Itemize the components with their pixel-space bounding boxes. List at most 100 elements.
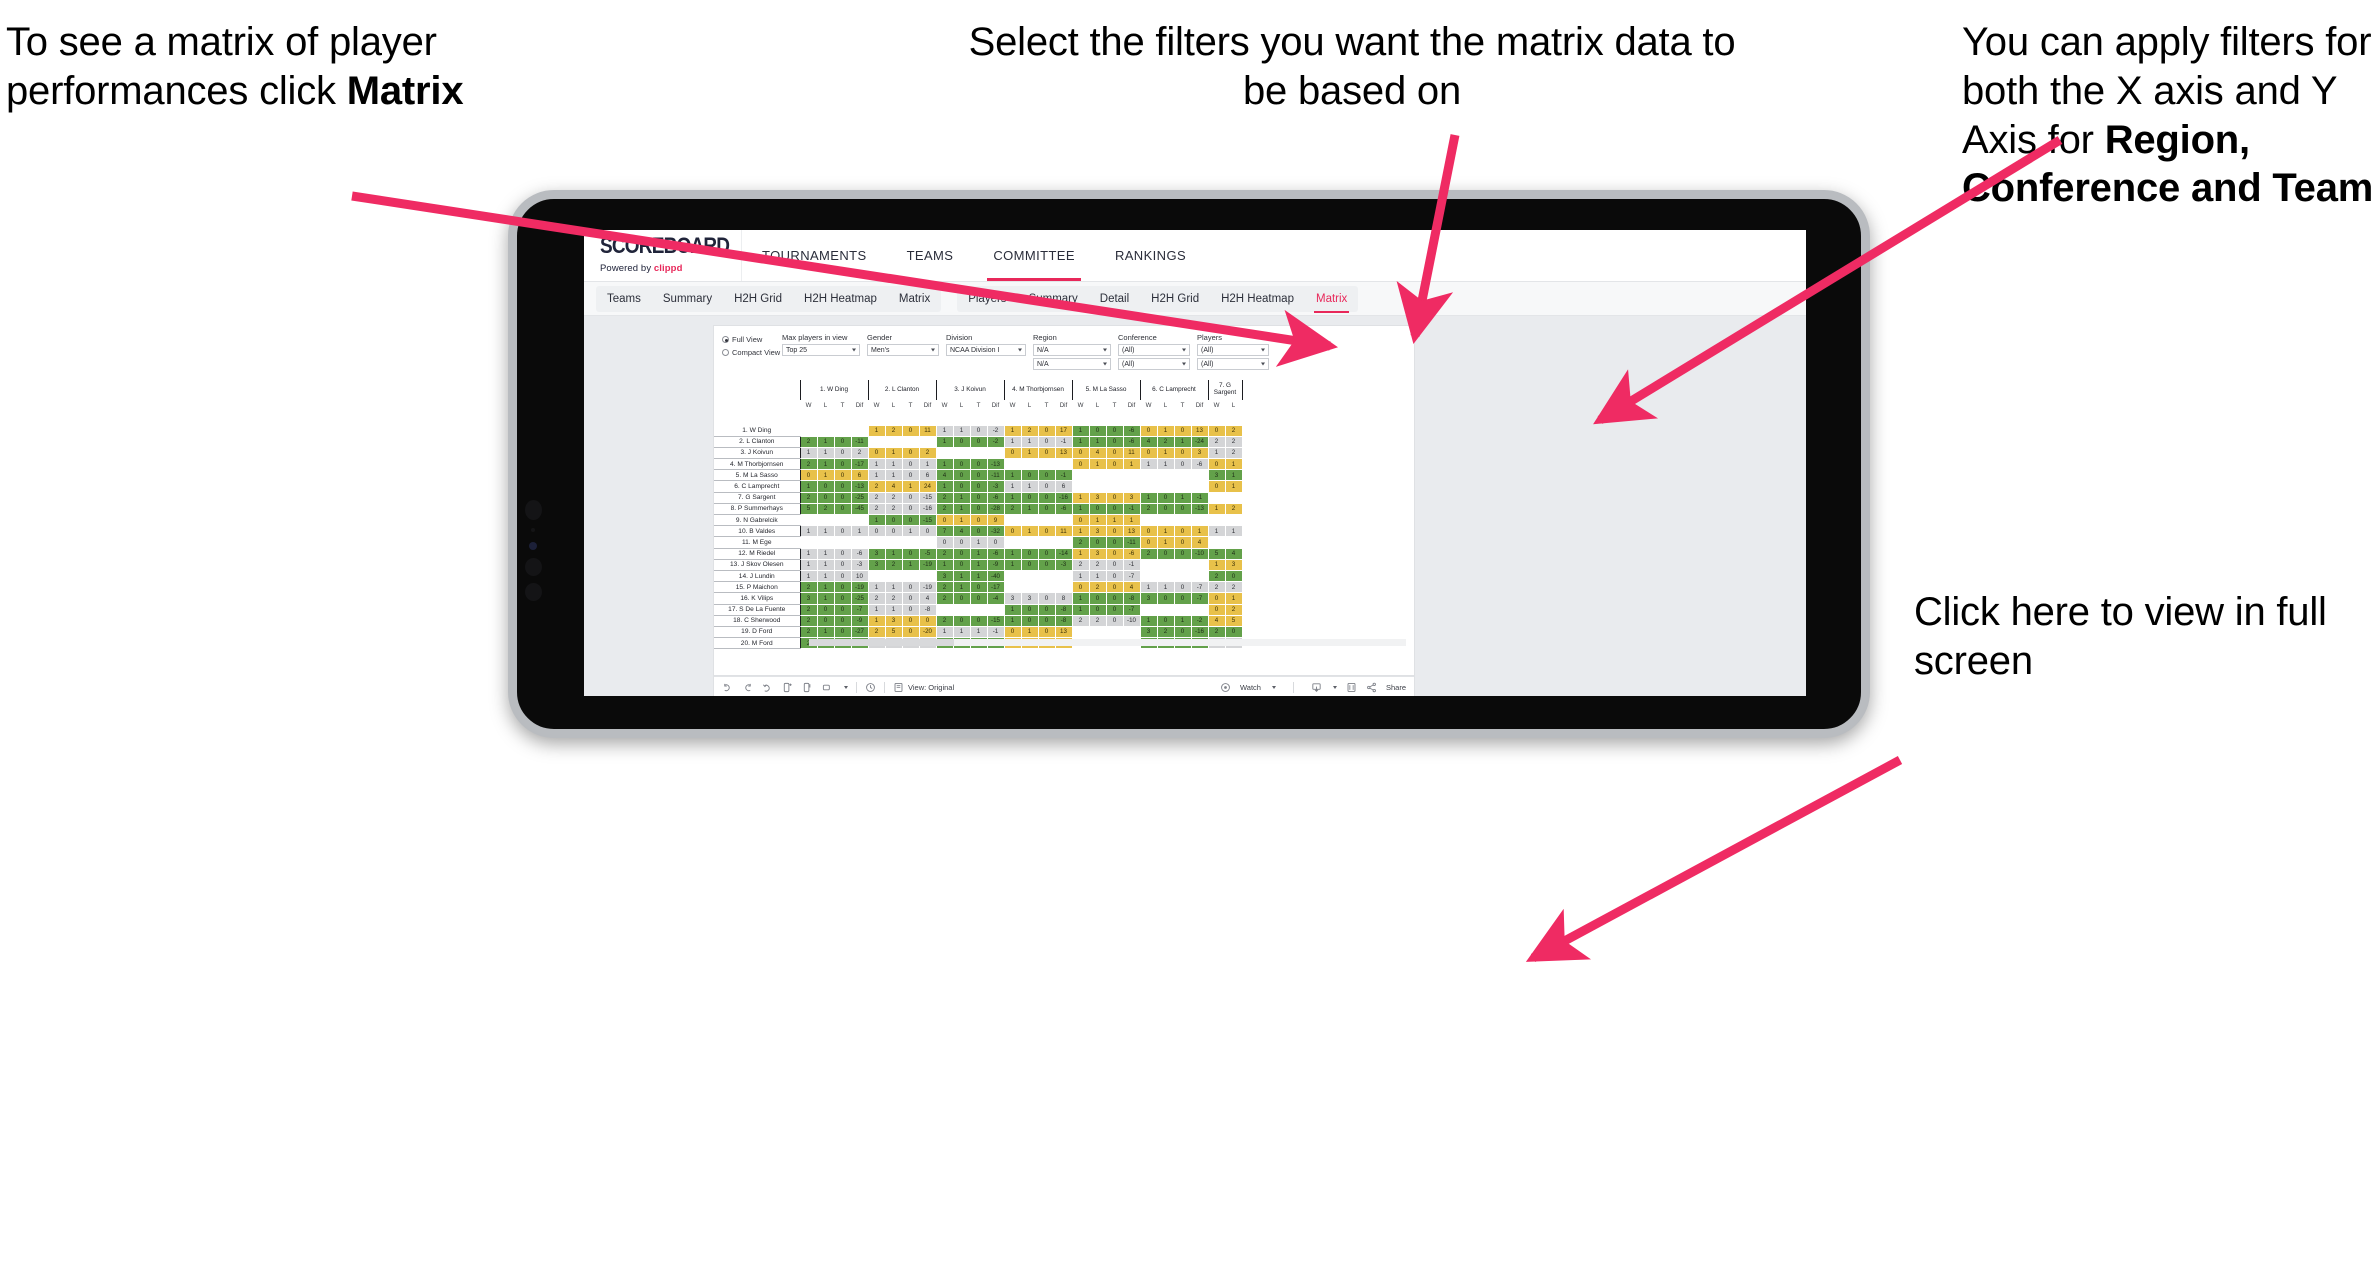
- matrix-cell[interactable]: 0: [1105, 603, 1124, 616]
- matrix-cell[interactable]: -8: [1122, 592, 1141, 605]
- matrix-cell[interactable]: [1190, 513, 1209, 527]
- matrix-cell[interactable]: 1: [867, 424, 886, 437]
- matrix-cell[interactable]: 2: [867, 480, 886, 493]
- matrix-cell[interactable]: 0: [918, 614, 937, 627]
- matrix-cell[interactable]: 6: [1054, 480, 1073, 493]
- matrix-cell[interactable]: 0: [833, 446, 852, 460]
- matrix-cell[interactable]: 0: [901, 513, 920, 527]
- table-row[interactable]: 15. P Maichon 2 1 0 -19 1 1 0 -19 2 1 0 -17 0 2 0 4 1 1 0 -7…: [714, 581, 1251, 594]
- matrix-cell[interactable]: [1122, 469, 1141, 482]
- matrix-cell[interactable]: 0: [1156, 502, 1175, 516]
- matrix-cell[interactable]: 5: [884, 625, 903, 639]
- matrix-cell[interactable]: 0: [969, 458, 988, 471]
- matrix-cell[interactable]: 1: [1071, 491, 1090, 504]
- matrix-cell[interactable]: 1: [1003, 558, 1022, 571]
- matrix-cell[interactable]: 0: [1173, 424, 1192, 437]
- matrix-cell[interactable]: 3: [799, 592, 818, 605]
- matrix-cell[interactable]: 0: [901, 446, 920, 460]
- matrix-cell[interactable]: 0: [1088, 603, 1107, 616]
- matrix-cell[interactable]: 0: [1037, 469, 1056, 482]
- matrix-cell[interactable]: 0: [1105, 491, 1124, 504]
- matrix-cell[interactable]: 1: [1071, 502, 1090, 516]
- matrix-cell[interactable]: 2: [1088, 558, 1107, 571]
- matrix-cell[interactable]: 2: [850, 446, 869, 460]
- filter-conference-select-x[interactable]: (All): [1118, 344, 1190, 356]
- matrix-cell[interactable]: -15: [918, 513, 937, 527]
- matrix-cell[interactable]: 1: [1088, 458, 1107, 471]
- matrix-cell[interactable]: 0: [1173, 592, 1192, 605]
- matrix-cell[interactable]: 0: [1139, 446, 1158, 460]
- matrix-row-player-label[interactable]: 13. J Skov Olesen: [714, 559, 800, 571]
- matrix-cell[interactable]: 0: [1207, 603, 1226, 616]
- matrix-cell[interactable]: 13: [1054, 625, 1073, 639]
- matrix-cell[interactable]: 0: [1105, 614, 1124, 627]
- matrix-cell[interactable]: 1: [1003, 424, 1022, 437]
- matrix-cell[interactable]: [816, 513, 835, 527]
- matrix-cell[interactable]: [1156, 569, 1175, 583]
- matrix-cell[interactable]: [1003, 513, 1022, 527]
- matrix-cell[interactable]: 1: [952, 491, 971, 504]
- matrix-cell[interactable]: 1: [935, 558, 954, 571]
- matrix-cell[interactable]: 1: [1071, 525, 1090, 538]
- matrix-cell[interactable]: 0: [833, 491, 852, 504]
- matrix-cell[interactable]: 4: [1190, 536, 1209, 549]
- matrix-cell[interactable]: 1: [969, 536, 988, 549]
- matrix-cell[interactable]: -13: [850, 480, 869, 493]
- matrix-cell[interactable]: 1: [1156, 446, 1175, 460]
- matrix-cell[interactable]: [1173, 469, 1192, 482]
- matrix-cell[interactable]: 0: [1207, 424, 1226, 437]
- matrix-cell[interactable]: 1: [935, 458, 954, 471]
- matrix-cell[interactable]: 0: [1020, 614, 1039, 627]
- share-label[interactable]: Share: [1386, 683, 1406, 692]
- matrix-cell[interactable]: 0: [1173, 625, 1192, 639]
- matrix-cell[interactable]: 0: [833, 458, 852, 471]
- matrix-cell[interactable]: 3: [1207, 469, 1226, 482]
- matrix-cell[interactable]: 1: [816, 558, 835, 571]
- matrix-cell[interactable]: [1003, 569, 1022, 583]
- matrix-cell[interactable]: 0: [969, 592, 988, 605]
- filter-region-select-y[interactable]: N/A: [1033, 358, 1111, 370]
- matrix-cell[interactable]: 4: [952, 525, 971, 538]
- download-icon[interactable]: [1311, 682, 1322, 693]
- matrix-cell[interactable]: [1156, 603, 1175, 616]
- radio-compact-view[interactable]: Compact View: [722, 347, 782, 358]
- matrix-cell[interactable]: 3: [1003, 592, 1022, 605]
- redo-icon[interactable]: [742, 682, 753, 693]
- matrix-cell[interactable]: [1173, 513, 1192, 527]
- matrix-cell[interactable]: [901, 536, 920, 549]
- matrix-cell[interactable]: 2: [935, 547, 954, 560]
- matrix-row-player-label[interactable]: 18. C Sherwood: [714, 615, 800, 627]
- matrix-cell[interactable]: -6: [1122, 424, 1141, 437]
- table-row[interactable]: 8. P Summerhays 5 2 0 -45 2 2 0 -16 2 1 0 -28 2 1 0 -6 1 0…: [714, 502, 1251, 516]
- matrix-row-player-label[interactable]: 14. J Lundin: [714, 570, 800, 583]
- tab-teams-summary[interactable]: Summary: [652, 286, 723, 312]
- matrix-cell[interactable]: 0: [1037, 625, 1056, 639]
- matrix-cell[interactable]: -6: [1190, 458, 1209, 471]
- matrix-cell[interactable]: [952, 603, 971, 616]
- matrix-cell[interactable]: 0: [969, 424, 988, 437]
- matrix-cell[interactable]: [1224, 513, 1243, 527]
- matrix-cell[interactable]: [1173, 480, 1192, 493]
- matrix-cell[interactable]: 1: [816, 592, 835, 605]
- matrix-cell[interactable]: 4: [918, 592, 937, 605]
- matrix-cell[interactable]: 1: [969, 625, 988, 639]
- matrix-cell[interactable]: 13: [1054, 446, 1073, 460]
- matrix-cell[interactable]: 6: [918, 469, 937, 482]
- matrix-cell[interactable]: 1: [1003, 480, 1022, 493]
- matrix-cell[interactable]: 4: [1122, 581, 1141, 594]
- matrix-cell[interactable]: -7: [1190, 581, 1209, 594]
- matrix-cell[interactable]: 1: [1156, 525, 1175, 538]
- matrix-cell[interactable]: 0: [918, 525, 937, 538]
- matrix-cell[interactable]: 4: [935, 469, 954, 482]
- tab-players-summary[interactable]: Summary: [1018, 286, 1089, 312]
- matrix-cell[interactable]: 0: [901, 469, 920, 482]
- matrix-cell[interactable]: 4: [1139, 435, 1158, 448]
- matrix-cell[interactable]: [1122, 625, 1141, 639]
- matrix-cell[interactable]: 2: [884, 502, 903, 516]
- matrix-row-player-label[interactable]: 19. D Ford: [714, 626, 800, 639]
- matrix-cell[interactable]: [1122, 480, 1141, 493]
- matrix-cell[interactable]: 3: [884, 614, 903, 627]
- matrix-cell[interactable]: [1020, 581, 1039, 594]
- matrix-cell[interactable]: 1: [1156, 536, 1175, 549]
- matrix-cell[interactable]: 2: [884, 592, 903, 605]
